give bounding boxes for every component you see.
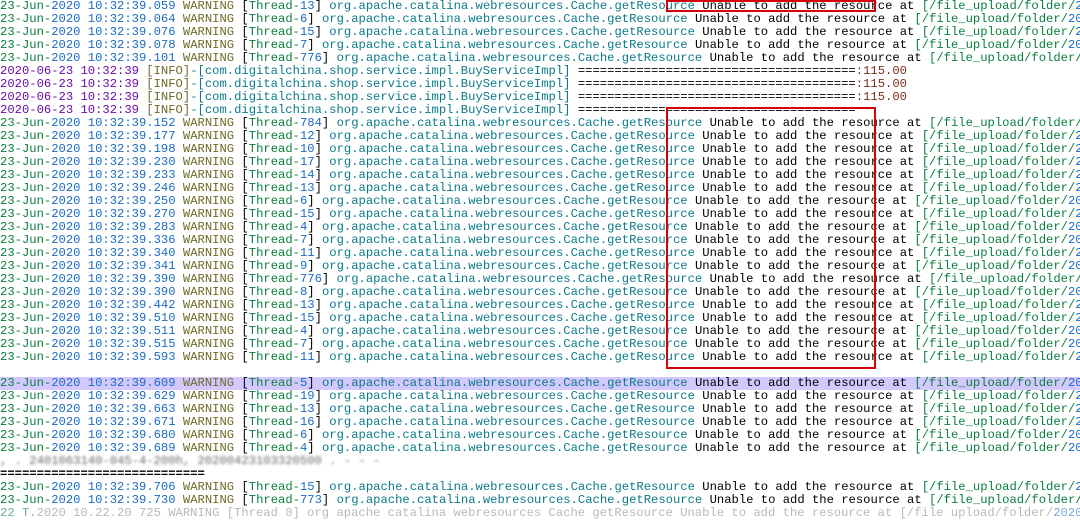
log-line: 23-Jun-2020 10:32:39.593 WARNING [Thread…: [0, 351, 1080, 364]
log-viewer[interactable]: 23-Jun-2020 10:32:39.059 WARNING [Thread…: [0, 0, 1080, 520]
obfuscated-line: , . 2401063140-045-4-200h, 2020042310332…: [0, 455, 1080, 468]
log-line-truncated: 22 T.2020 10.22.20 725 WARNING [Thread 0…: [0, 507, 1080, 520]
